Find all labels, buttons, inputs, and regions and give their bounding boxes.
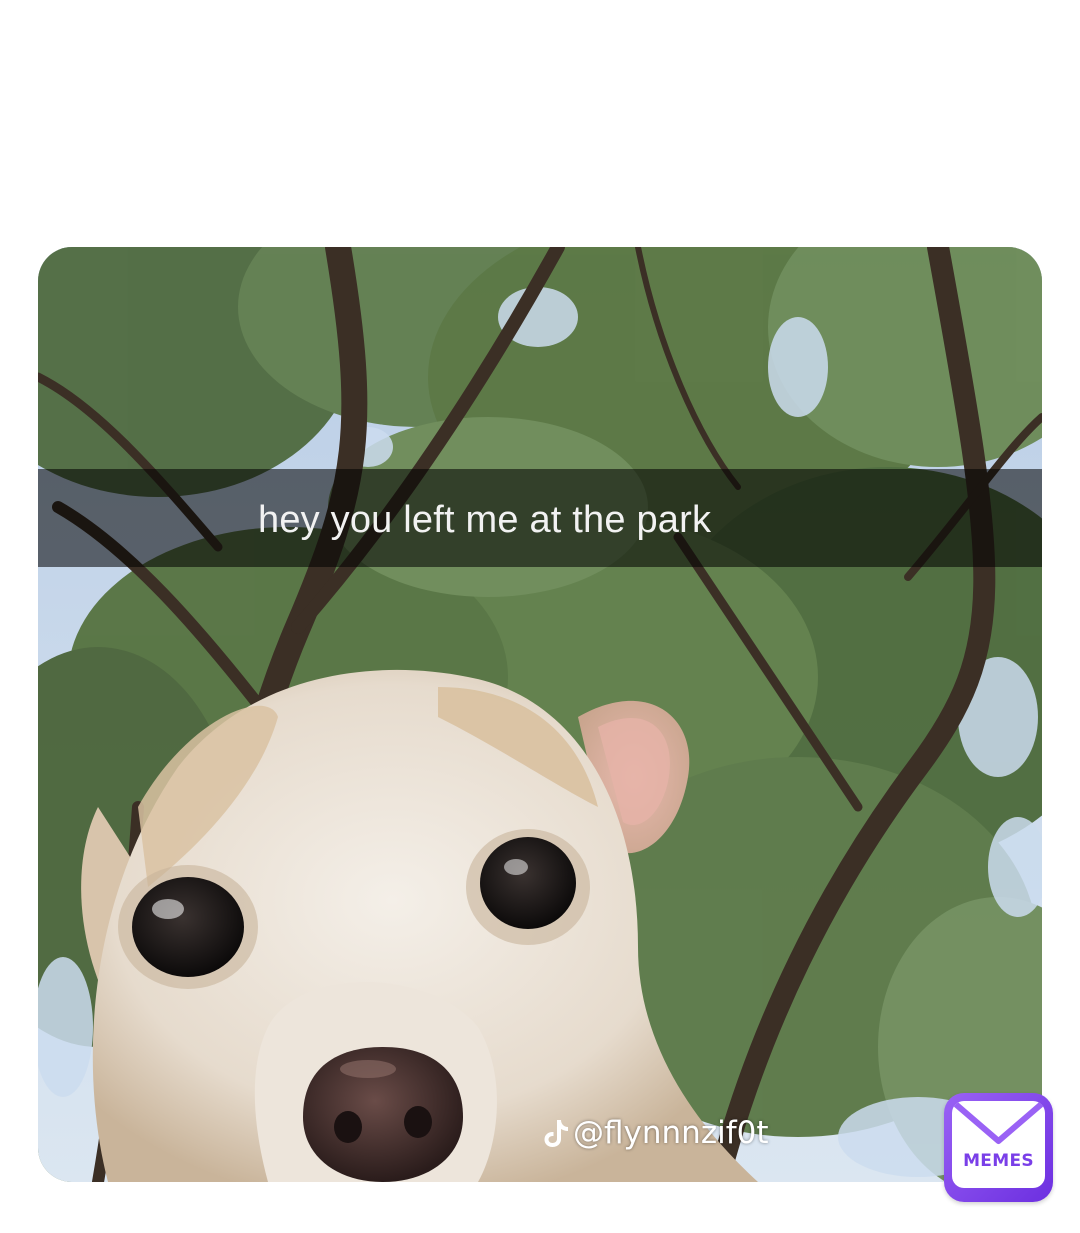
meme-caption: hey you left me at the park <box>258 499 712 541</box>
memes-badge-label: MEMES <box>963 1151 1034 1171</box>
tiktok-watermark: @flynnnzif0t <box>543 1115 769 1151</box>
tiktok-icon <box>544 1120 568 1147</box>
meme-page: hey you left me at the park @flynnnzif0t… <box>0 0 1080 1233</box>
envelope-icon: MEMES <box>952 1101 1045 1188</box>
dog-under-trees-image <box>38 247 1042 1182</box>
watermark-handle: @flynnnzif0t <box>573 1115 769 1151</box>
memes-badge[interactable]: MEMES <box>944 1093 1053 1202</box>
meme-photo: hey you left me at the park @flynnnzif0t <box>38 247 1042 1182</box>
